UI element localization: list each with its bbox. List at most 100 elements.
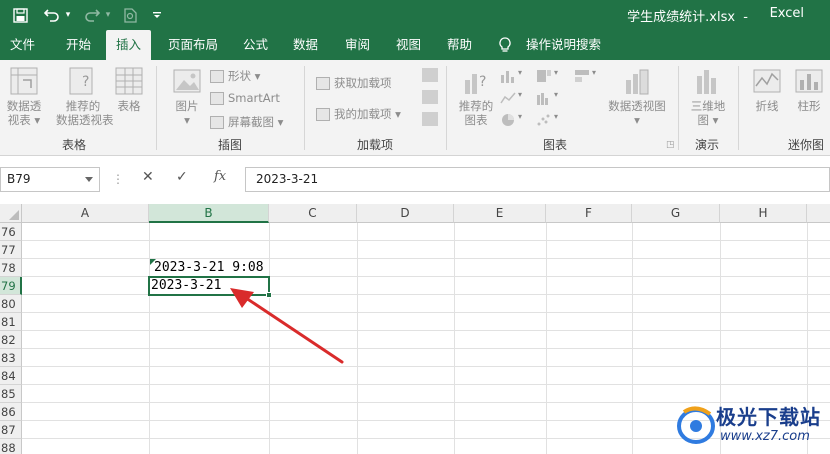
svg-text:?: ? <box>479 74 486 90</box>
customize-toolbar-icon[interactable] <box>150 0 164 30</box>
row-header-78[interactable]: 78 <box>0 259 22 277</box>
group-separator <box>678 66 679 150</box>
row-header-88[interactable]: 88 <box>0 439 22 454</box>
insert-function-button[interactable]: fx <box>214 169 226 184</box>
screenshot-button[interactable]: 屏幕截图 ▾ <box>210 114 283 130</box>
group-label-illustrations: 插图 <box>218 138 243 152</box>
tell-me-search[interactable]: 操作说明搜索 <box>526 30 601 60</box>
column-header-a[interactable]: A <box>22 204 149 223</box>
get-addins-button[interactable]: 获取加载项 <box>316 75 392 91</box>
pivot-table-button[interactable]: 数据透 视表 ▾ <box>4 66 44 127</box>
sparkline-column-icon <box>795 69 823 93</box>
pie-chart-icon[interactable] <box>500 112 516 126</box>
group-separator <box>304 66 305 150</box>
column-chart-icon[interactable] <box>500 68 516 83</box>
sparkline-line-icon <box>753 69 781 93</box>
column-header-h[interactable]: H <box>720 204 807 223</box>
visio-icon[interactable] <box>422 112 438 126</box>
line-chart-icon[interactable] <box>500 90 516 104</box>
pivot-chart-icon <box>626 69 649 95</box>
ribbon-tabs: 文件 开始 插入 页面布局 公式 数据 审阅 视图 帮助 操作说明搜索 <box>0 30 830 60</box>
shapes-icon <box>210 69 224 83</box>
formula-bar-splitter[interactable]: ⋮ <box>112 172 124 186</box>
statistic-chart-icon[interactable] <box>536 90 552 105</box>
select-all-corner[interactable] <box>0 204 22 223</box>
table-button[interactable]: 表格 <box>114 66 144 113</box>
cell-b78[interactable]: 2023-3-21 9:08 <box>154 260 264 275</box>
addins-icon <box>316 107 330 121</box>
redo-icon[interactable] <box>82 0 102 30</box>
enter-icon[interactable]: ✓ <box>176 169 188 185</box>
sparkline-line-button[interactable]: 折线 <box>750 66 784 113</box>
column-header-d[interactable]: D <box>357 204 454 223</box>
row-header-85[interactable]: 85 <box>0 385 22 403</box>
tab-home[interactable]: 开始 <box>66 30 91 60</box>
scatter-chart-icon[interactable] <box>536 112 552 126</box>
row-header-86[interactable]: 86 <box>0 403 22 421</box>
tab-help[interactable]: 帮助 <box>447 30 472 60</box>
charts-dialog-launcher-icon[interactable]: ◳ <box>666 140 675 150</box>
name-box-dropdown-icon[interactable] <box>85 177 93 182</box>
row-header-79[interactable]: 79 <box>0 277 22 295</box>
pictures-button[interactable]: 图片 ▾ <box>170 66 204 127</box>
people-graph-icon[interactable] <box>422 90 438 104</box>
watermark-logo-icon <box>677 406 715 444</box>
shapes-button[interactable]: 形状 ▾ <box>210 68 260 84</box>
name-box[interactable]: B79 <box>0 167 100 192</box>
tab-insert[interactable]: 插入 <box>106 30 152 60</box>
cancel-icon[interactable]: ✕ <box>142 169 154 185</box>
screenshot-icon <box>210 115 224 129</box>
group-separator <box>446 66 447 150</box>
3d-map-button[interactable]: 三维地 图 ▾ <box>688 66 728 127</box>
watermark-name: 极光下载站 <box>716 405 821 429</box>
redo-dropdown-icon[interactable]: ▾ <box>103 0 113 30</box>
smartart-icon <box>210 91 224 105</box>
recommended-charts-button[interactable]: ? 推荐的 图表 <box>456 66 496 127</box>
row-header-83[interactable]: 83 <box>0 349 22 367</box>
tab-formulas[interactable]: 公式 <box>243 30 268 60</box>
row-header-81[interactable]: 81 <box>0 313 22 331</box>
sparkline-column-button[interactable]: 柱形 <box>792 66 826 113</box>
save-icon[interactable] <box>10 0 30 30</box>
ribbon-insert: 数据透 视表 ▾ ? 推荐的 数据透视表 表格 表格 图片 ▾ 形状 ▾ Sma… <box>0 60 830 156</box>
row-header-84[interactable]: 84 <box>0 367 22 385</box>
row-header-76[interactable]: 76 <box>0 223 22 241</box>
tab-data[interactable]: 数据 <box>293 30 318 60</box>
smartart-button[interactable]: SmartArt <box>210 91 280 105</box>
pivot-table-icon <box>10 67 38 95</box>
tab-view[interactable]: 视图 <box>396 30 421 60</box>
column-header-f[interactable]: F <box>546 204 632 223</box>
my-addins-button[interactable]: 我的加载项 ▾ <box>316 106 401 122</box>
bing-maps-icon[interactable] <box>422 68 438 82</box>
tab-page-layout[interactable]: 页面布局 <box>168 30 218 60</box>
watermark-url: www.xz7.com <box>720 429 810 444</box>
excel-window: ▾ ▾ 学生成绩统计.xlsx - Excel 文件 开始 插入 页面布局 公式… <box>0 0 830 454</box>
column-header-c[interactable]: C <box>269 204 357 223</box>
row-header-77[interactable]: 77 <box>0 241 22 259</box>
undo-icon[interactable] <box>42 0 62 30</box>
column-header-g[interactable]: G <box>632 204 720 223</box>
column-header-b[interactable]: B <box>149 204 269 223</box>
print-preview-icon[interactable] <box>121 0 139 30</box>
formula-bar: B79 ⋮ ✕ ✓ fx 2023-3-21 <box>0 164 830 197</box>
tab-file[interactable]: 文件 <box>10 30 35 60</box>
red-arrow-annotation <box>230 288 344 364</box>
picture-icon <box>173 69 201 93</box>
recommended-charts-icon: ? <box>465 74 486 94</box>
column-header-e[interactable]: E <box>454 204 546 223</box>
row-header-80[interactable]: 80 <box>0 295 22 313</box>
cell-b79[interactable]: 2023-3-21 <box>151 278 221 293</box>
watermark: 极光下载站 www.xz7.com <box>676 398 826 454</box>
row-header-82[interactable]: 82 <box>0 331 22 349</box>
title-bar: ▾ ▾ 学生成绩统计.xlsx - Excel <box>0 0 830 30</box>
group-separator <box>156 66 157 150</box>
hierarchy-chart-icon[interactable] <box>536 68 552 82</box>
formula-input[interactable]: 2023-3-21 <box>245 167 830 192</box>
tab-review[interactable]: 审阅 <box>345 30 370 60</box>
undo-dropdown-icon[interactable]: ▾ <box>63 0 73 30</box>
row-header-87[interactable]: 87 <box>0 421 22 439</box>
column-header-i[interactable] <box>807 204 830 223</box>
combo-chart-icon[interactable] <box>574 68 590 82</box>
recommended-pivot-button[interactable]: ? 推荐的 数据透视表 <box>56 66 114 127</box>
pivot-chart-button[interactable]: 数据透视图 ▾ <box>606 66 668 127</box>
